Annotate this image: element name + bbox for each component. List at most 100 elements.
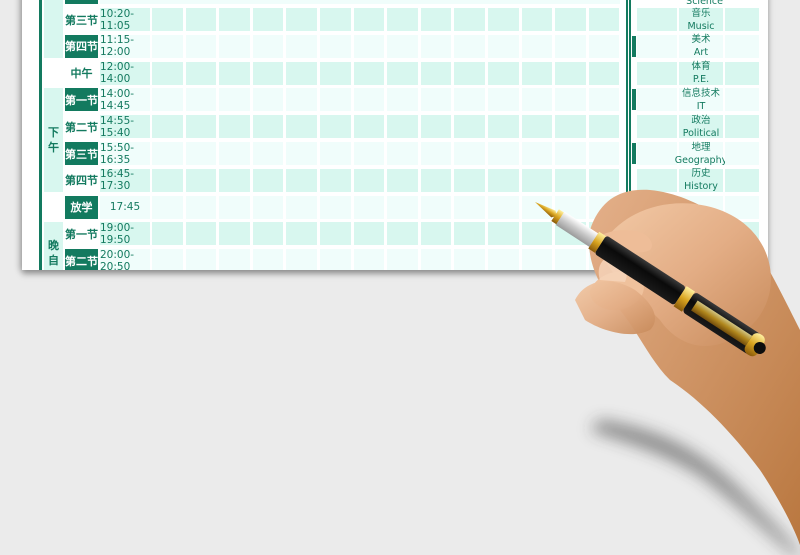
- schedule-cell[interactable]: [588, 195, 620, 219]
- schedule-cell[interactable]: [252, 34, 284, 58]
- schedule-cell[interactable]: [219, 222, 250, 246]
- schedule-cell[interactable]: [185, 88, 217, 112]
- schedule-cell[interactable]: [521, 249, 553, 270]
- schedule-cell[interactable]: [320, 34, 351, 58]
- schedule-cell[interactable]: [152, 8, 183, 31]
- schedule-cell[interactable]: [555, 34, 586, 58]
- schedule-cell[interactable]: [185, 115, 217, 139]
- schedule-cell[interactable]: [555, 222, 586, 246]
- schedule-cell[interactable]: [286, 222, 317, 246]
- schedule-cell[interactable]: [286, 61, 317, 85]
- schedule-cell[interactable]: [454, 222, 485, 246]
- schedule-cell[interactable]: [521, 8, 553, 31]
- schedule-cell[interactable]: [454, 88, 485, 112]
- schedule-cell[interactable]: [454, 168, 485, 192]
- schedule-cell[interactable]: [286, 168, 317, 192]
- schedule-cell[interactable]: [219, 88, 250, 112]
- schedule-cell[interactable]: [555, 195, 586, 219]
- schedule-cell[interactable]: [252, 115, 284, 139]
- schedule-cell[interactable]: [555, 61, 586, 85]
- schedule-cell[interactable]: [387, 88, 418, 112]
- schedule-cell[interactable]: [420, 168, 452, 192]
- schedule-cell[interactable]: [152, 195, 183, 219]
- schedule-cell[interactable]: [219, 249, 250, 270]
- schedule-cell[interactable]: [252, 61, 284, 85]
- schedule-cell[interactable]: [152, 142, 183, 165]
- schedule-cell[interactable]: [488, 142, 519, 165]
- schedule-cell[interactable]: [152, 115, 183, 139]
- schedule-cell[interactable]: [420, 88, 452, 112]
- schedule-cell[interactable]: [320, 222, 351, 246]
- schedule-cell[interactable]: [555, 249, 586, 270]
- schedule-cell[interactable]: [521, 61, 553, 85]
- schedule-cell[interactable]: [286, 8, 317, 31]
- schedule-cell[interactable]: [454, 195, 485, 219]
- schedule-cell[interactable]: [420, 195, 452, 219]
- schedule-cell[interactable]: [152, 249, 183, 270]
- schedule-cell[interactable]: [387, 249, 418, 270]
- schedule-cell[interactable]: [185, 8, 217, 31]
- schedule-cell[interactable]: [252, 222, 284, 246]
- schedule-cell[interactable]: [353, 8, 385, 31]
- schedule-cell[interactable]: [521, 168, 553, 192]
- schedule-cell[interactable]: [185, 249, 217, 270]
- schedule-cell[interactable]: [588, 115, 620, 139]
- schedule-cell[interactable]: [387, 168, 418, 192]
- schedule-cell[interactable]: [286, 115, 317, 139]
- schedule-cell[interactable]: [488, 88, 519, 112]
- schedule-cell[interactable]: [454, 8, 485, 31]
- schedule-cell[interactable]: [555, 168, 586, 192]
- schedule-cell[interactable]: [152, 34, 183, 58]
- schedule-cell[interactable]: [185, 168, 217, 192]
- schedule-cell[interactable]: [185, 61, 217, 85]
- schedule-cell[interactable]: [219, 61, 250, 85]
- schedule-cell[interactable]: [353, 249, 385, 270]
- schedule-cell[interactable]: [454, 115, 485, 139]
- schedule-cell[interactable]: [219, 8, 250, 31]
- schedule-cell[interactable]: [353, 142, 385, 165]
- schedule-cell[interactable]: [286, 249, 317, 270]
- schedule-cell[interactable]: [353, 61, 385, 85]
- schedule-cell[interactable]: [588, 8, 620, 31]
- schedule-cell[interactable]: [320, 88, 351, 112]
- schedule-cell[interactable]: [488, 249, 519, 270]
- schedule-cell[interactable]: [420, 8, 452, 31]
- schedule-cell[interactable]: [521, 34, 553, 58]
- schedule-cell[interactable]: [152, 61, 183, 85]
- schedule-cell[interactable]: [185, 34, 217, 58]
- schedule-cell[interactable]: [488, 222, 519, 246]
- schedule-cell[interactable]: [387, 8, 418, 31]
- schedule-cell[interactable]: [286, 88, 317, 112]
- schedule-cell[interactable]: [420, 34, 452, 58]
- schedule-cell[interactable]: [588, 61, 620, 85]
- schedule-cell[interactable]: [286, 142, 317, 165]
- schedule-cell[interactable]: [152, 168, 183, 192]
- schedule-cell[interactable]: [555, 142, 586, 165]
- schedule-cell[interactable]: [320, 168, 351, 192]
- schedule-cell[interactable]: [219, 115, 250, 139]
- schedule-cell[interactable]: [185, 195, 217, 219]
- schedule-cell[interactable]: [353, 34, 385, 58]
- schedule-cell[interactable]: [488, 195, 519, 219]
- schedule-cell[interactable]: [488, 8, 519, 31]
- schedule-cell[interactable]: [252, 88, 284, 112]
- schedule-cell[interactable]: [219, 142, 250, 165]
- schedule-cell[interactable]: [555, 88, 586, 112]
- schedule-cell[interactable]: [353, 222, 385, 246]
- schedule-cell[interactable]: [588, 142, 620, 165]
- schedule-cell[interactable]: [320, 195, 351, 219]
- schedule-cell[interactable]: [521, 142, 553, 165]
- schedule-cell[interactable]: [387, 34, 418, 58]
- schedule-cell[interactable]: [252, 249, 284, 270]
- schedule-cell[interactable]: [286, 34, 317, 58]
- schedule-cell[interactable]: [555, 115, 586, 139]
- schedule-cell[interactable]: [353, 168, 385, 192]
- schedule-cell[interactable]: [320, 8, 351, 31]
- schedule-cell[interactable]: [353, 115, 385, 139]
- schedule-cell[interactable]: [488, 115, 519, 139]
- schedule-cell[interactable]: [521, 88, 553, 112]
- schedule-cell[interactable]: [219, 34, 250, 58]
- schedule-cell[interactable]: [488, 61, 519, 85]
- schedule-cell[interactable]: [588, 34, 620, 58]
- schedule-cell[interactable]: [454, 61, 485, 85]
